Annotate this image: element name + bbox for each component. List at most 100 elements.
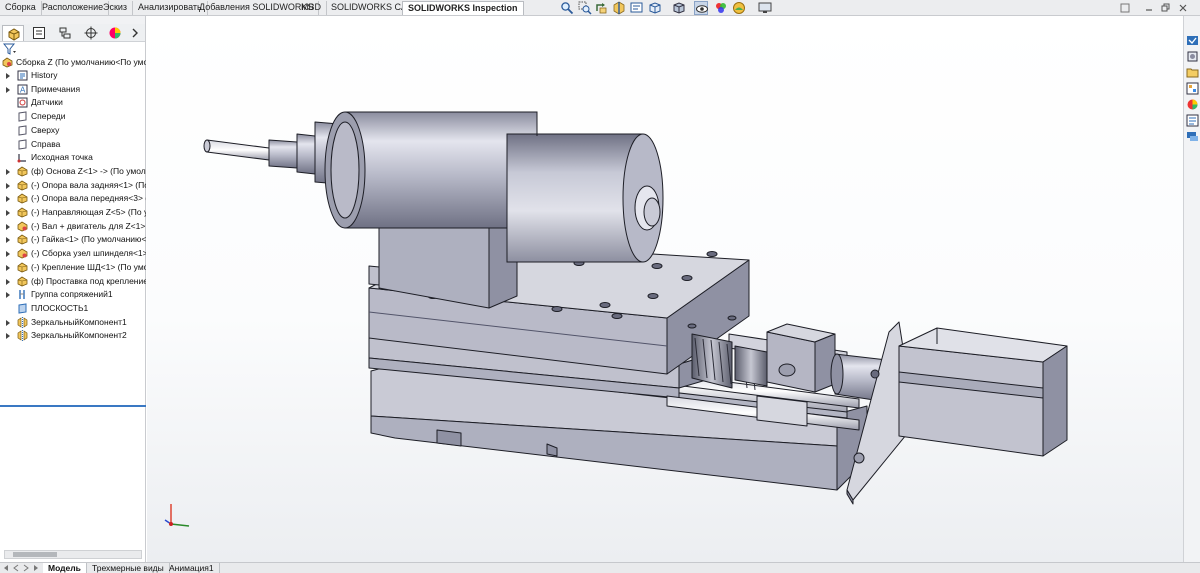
display-style-icon[interactable]: [672, 1, 686, 15]
chevron-right-icon[interactable]: [126, 25, 140, 41]
previous-view-icon[interactable]: [594, 1, 608, 15]
edit-appearance-icon[interactable]: [714, 1, 728, 15]
expand-arrow-icon[interactable]: [6, 224, 10, 230]
part-icon: [17, 180, 28, 191]
float-window-icon[interactable]: [1120, 3, 1130, 13]
feature-manager-icon[interactable]: [2, 25, 24, 41]
close-icon[interactable]: [1178, 3, 1188, 13]
search-zoom-icon[interactable]: [560, 1, 574, 15]
part-icon: [17, 207, 28, 218]
expand-arrow-icon[interactable]: [6, 196, 10, 202]
tree-item-label: (ф) Основа Z<1> -> (По умолчан: [31, 166, 146, 176]
tab-model[interactable]: Модель: [43, 563, 87, 573]
history-icon: [17, 70, 28, 81]
horizontal-scrollbar[interactable]: [4, 550, 142, 559]
expand-arrow-icon[interactable]: [6, 183, 10, 189]
feature-manager-tabs: [0, 24, 145, 42]
tab-animation[interactable]: Анимация1: [164, 563, 220, 573]
configuration-manager-icon[interactable]: [54, 25, 76, 41]
tree-item[interactable]: (-) Опора вала задняя<1> (По ум: [0, 179, 146, 192]
svg-text:A: A: [20, 86, 26, 95]
zoom-area-icon[interactable]: [578, 1, 592, 15]
tree-item[interactable]: History: [0, 69, 146, 82]
tree-item-label: (ф) Проставка под крепление Ш,: [31, 276, 146, 286]
tree-item[interactable]: Датчики: [0, 96, 146, 109]
tree-item[interactable]: (-) Крепление ШД<1> (По умолч: [0, 261, 146, 274]
tab-assembly[interactable]: Сборка: [0, 1, 42, 15]
file-explorer-icon[interactable]: [1186, 66, 1199, 79]
tree-item[interactable]: (ф) Проставка под крепление Ш,: [0, 275, 146, 288]
part-icon: [17, 166, 28, 177]
tree-item[interactable]: (-) Вал + двигатель для Z<1> (По: [0, 220, 146, 233]
expand-arrow-icon[interactable]: [6, 169, 10, 175]
tree-root[interactable]: Сборка Z (По умолчанию<По умолча: [0, 56, 146, 69]
expand-arrow-icon[interactable]: [6, 251, 10, 257]
tree-item[interactable]: Сверху: [0, 124, 146, 137]
view-orientation-icon[interactable]: [648, 1, 662, 15]
first-tab-icon[interactable]: [2, 564, 10, 572]
hide-show-icon[interactable]: [694, 1, 708, 15]
expand-arrow-icon[interactable]: [6, 279, 10, 285]
mirror-icon: [17, 317, 28, 328]
assembly-model[interactable]: [147, 16, 1183, 562]
tree-item-label: (-) Сборка узел шпинделя<1> (П: [31, 248, 146, 258]
expand-arrow-icon[interactable]: [6, 292, 10, 298]
expand-arrow-icon[interactable]: [6, 265, 10, 271]
tree-item[interactable]: Справа: [0, 138, 146, 151]
custom-properties-icon[interactable]: [1186, 114, 1199, 127]
rollback-bar[interactable]: [0, 405, 146, 407]
dynamic-annotation-icon[interactable]: [630, 1, 644, 15]
plane-feature-icon: [17, 303, 28, 314]
appearances-icon[interactable]: [1186, 98, 1199, 111]
forum-icon[interactable]: [1186, 130, 1199, 143]
tree-item[interactable]: Исходная точка: [0, 151, 146, 164]
plane-icon: [17, 111, 28, 122]
view-settings-icon[interactable]: [758, 1, 772, 15]
design-library-icon[interactable]: [1186, 50, 1199, 63]
view-palette-icon[interactable]: [1186, 82, 1199, 95]
tree-item[interactable]: Спереди: [0, 110, 146, 123]
last-tab-icon[interactable]: [32, 564, 40, 572]
tree-item[interactable]: (-) Сборка узел шпинделя<1> (П: [0, 247, 146, 260]
restore-icon[interactable]: [1160, 3, 1170, 13]
tab-mbd[interactable]: MBD: [296, 1, 327, 15]
tab-solidworks-inspection[interactable]: SOLIDWORKS Inspection: [402, 1, 524, 15]
mates-icon: [17, 289, 28, 300]
tree-item-label: (-) Опора вала задняя<1> (По ум: [31, 180, 146, 190]
tree-item[interactable]: (-) Гайка<1> (По умолчанию<<П: [0, 233, 146, 246]
expand-arrow-icon[interactable]: [6, 333, 10, 339]
tree-item[interactable]: ЗеркальныйКомпонент1: [0, 316, 146, 329]
scrollbar-thumb[interactable]: [13, 552, 57, 557]
graphics-area[interactable]: [147, 16, 1183, 562]
tree-item[interactable]: (-) Направляющая Z<5> (По умс: [0, 206, 146, 219]
display-manager-icon[interactable]: [104, 25, 126, 41]
expand-arrow-icon[interactable]: [6, 237, 10, 243]
assembly-icon: [2, 57, 13, 68]
expand-arrow-icon[interactable]: [6, 73, 10, 79]
apply-scene-icon[interactable]: [732, 1, 746, 15]
bottom-tab-bar: Модель Трехмерные виды Анимация1: [0, 562, 1200, 573]
property-manager-icon[interactable]: [28, 25, 50, 41]
tree-item[interactable]: Группа сопряжений1: [0, 288, 146, 301]
expand-arrow-icon[interactable]: [6, 320, 10, 326]
tab-sketch[interactable]: Эскиз: [98, 1, 134, 15]
tree-item[interactable]: (ф) Основа Z<1> -> (По умолчан: [0, 165, 146, 178]
tree-item[interactable]: ПЛОСКОСТЬ1: [0, 302, 146, 315]
tab-3d-views[interactable]: Трехмерные виды: [87, 563, 170, 573]
filter-icon[interactable]: [2, 43, 17, 55]
dimxpert-icon[interactable]: [80, 25, 102, 41]
tree-item-label: ПЛОСКОСТЬ1: [31, 303, 89, 313]
section-view-icon[interactable]: [612, 1, 626, 15]
minimize-icon[interactable]: [1144, 3, 1154, 13]
tree-item[interactable]: ЗеркальныйКомпонент2: [0, 329, 146, 342]
panel-grip[interactable]: [0, 16, 145, 24]
tree-item[interactable]: (-) Опора вала передняя<3> (По: [0, 192, 146, 205]
next-tab-icon[interactable]: [22, 564, 30, 572]
solidworks-resources-icon[interactable]: [1186, 34, 1199, 47]
sensors-icon: [17, 97, 28, 108]
expand-arrow-icon[interactable]: [6, 210, 10, 216]
tree-item-label: Примечания: [31, 84, 81, 94]
previous-tab-icon[interactable]: [12, 564, 20, 572]
expand-arrow-icon[interactable]: [6, 87, 10, 93]
tree-item[interactable]: A Примечания: [0, 83, 146, 96]
